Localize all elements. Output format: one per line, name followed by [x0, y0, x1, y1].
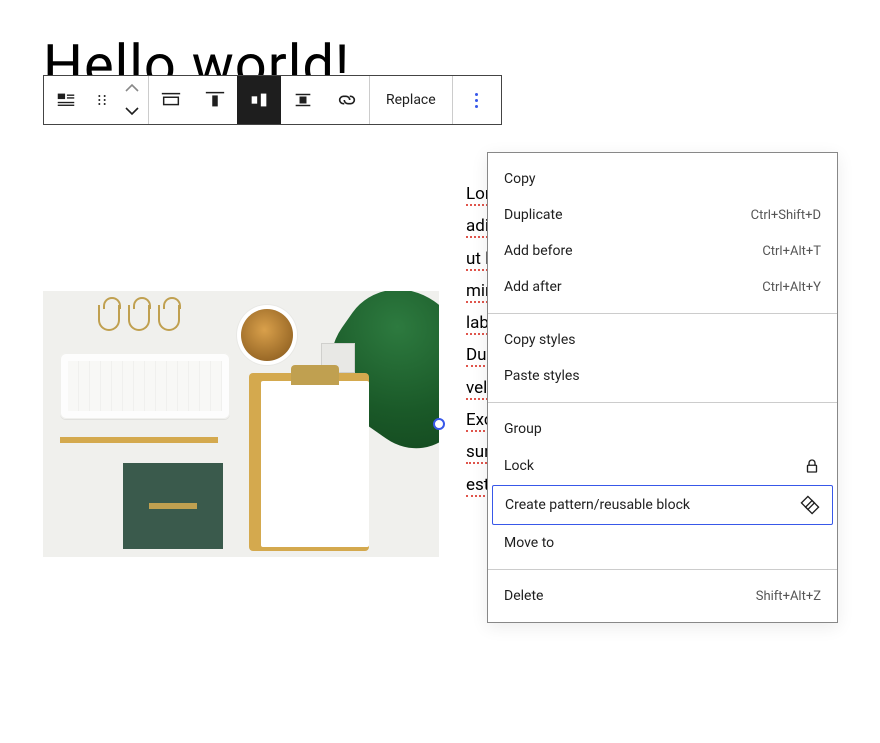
- resize-handle[interactable]: [433, 418, 445, 430]
- menu-item-add-before[interactable]: Add before Ctrl+Alt+T: [488, 233, 837, 269]
- menu-item-create-pattern[interactable]: Create pattern/reusable block: [492, 485, 833, 525]
- menu-item-group[interactable]: Group: [488, 411, 837, 447]
- menu-item-duplicate[interactable]: Duplicate Ctrl+Shift+D: [488, 197, 837, 233]
- block-toolbar: Replace: [43, 75, 502, 125]
- menu-item-add-after[interactable]: Add after Ctrl+Alt+Y: [488, 269, 837, 305]
- lock-icon: [803, 457, 821, 475]
- block-type-button[interactable]: [44, 76, 88, 124]
- link-button[interactable]: [325, 76, 369, 124]
- media-image-block[interactable]: [43, 291, 439, 557]
- menu-item-lock[interactable]: Lock: [488, 447, 837, 485]
- move-down-button[interactable]: [125, 100, 139, 122]
- drag-handle[interactable]: [88, 76, 116, 124]
- more-options-dropdown: Copy Duplicate Ctrl+Shift+D Add before C…: [487, 152, 838, 623]
- menu-item-copy[interactable]: Copy: [488, 161, 837, 197]
- menu-item-delete[interactable]: Delete Shift+Alt+Z: [488, 578, 837, 614]
- align-none-button[interactable]: [149, 76, 193, 124]
- replace-button[interactable]: Replace: [370, 76, 452, 124]
- menu-item-paste-styles[interactable]: Paste styles: [488, 358, 837, 394]
- align-top-button[interactable]: [193, 76, 237, 124]
- align-bottom-button[interactable]: [281, 76, 325, 124]
- move-up-button[interactable]: [125, 78, 139, 100]
- image-placeholder: [43, 291, 439, 557]
- align-middle-button[interactable]: [237, 76, 281, 124]
- pattern-icon: [800, 495, 820, 515]
- menu-item-move-to[interactable]: Move to: [488, 525, 837, 561]
- more-options-button[interactable]: [453, 76, 501, 124]
- menu-item-copy-styles[interactable]: Copy styles: [488, 322, 837, 358]
